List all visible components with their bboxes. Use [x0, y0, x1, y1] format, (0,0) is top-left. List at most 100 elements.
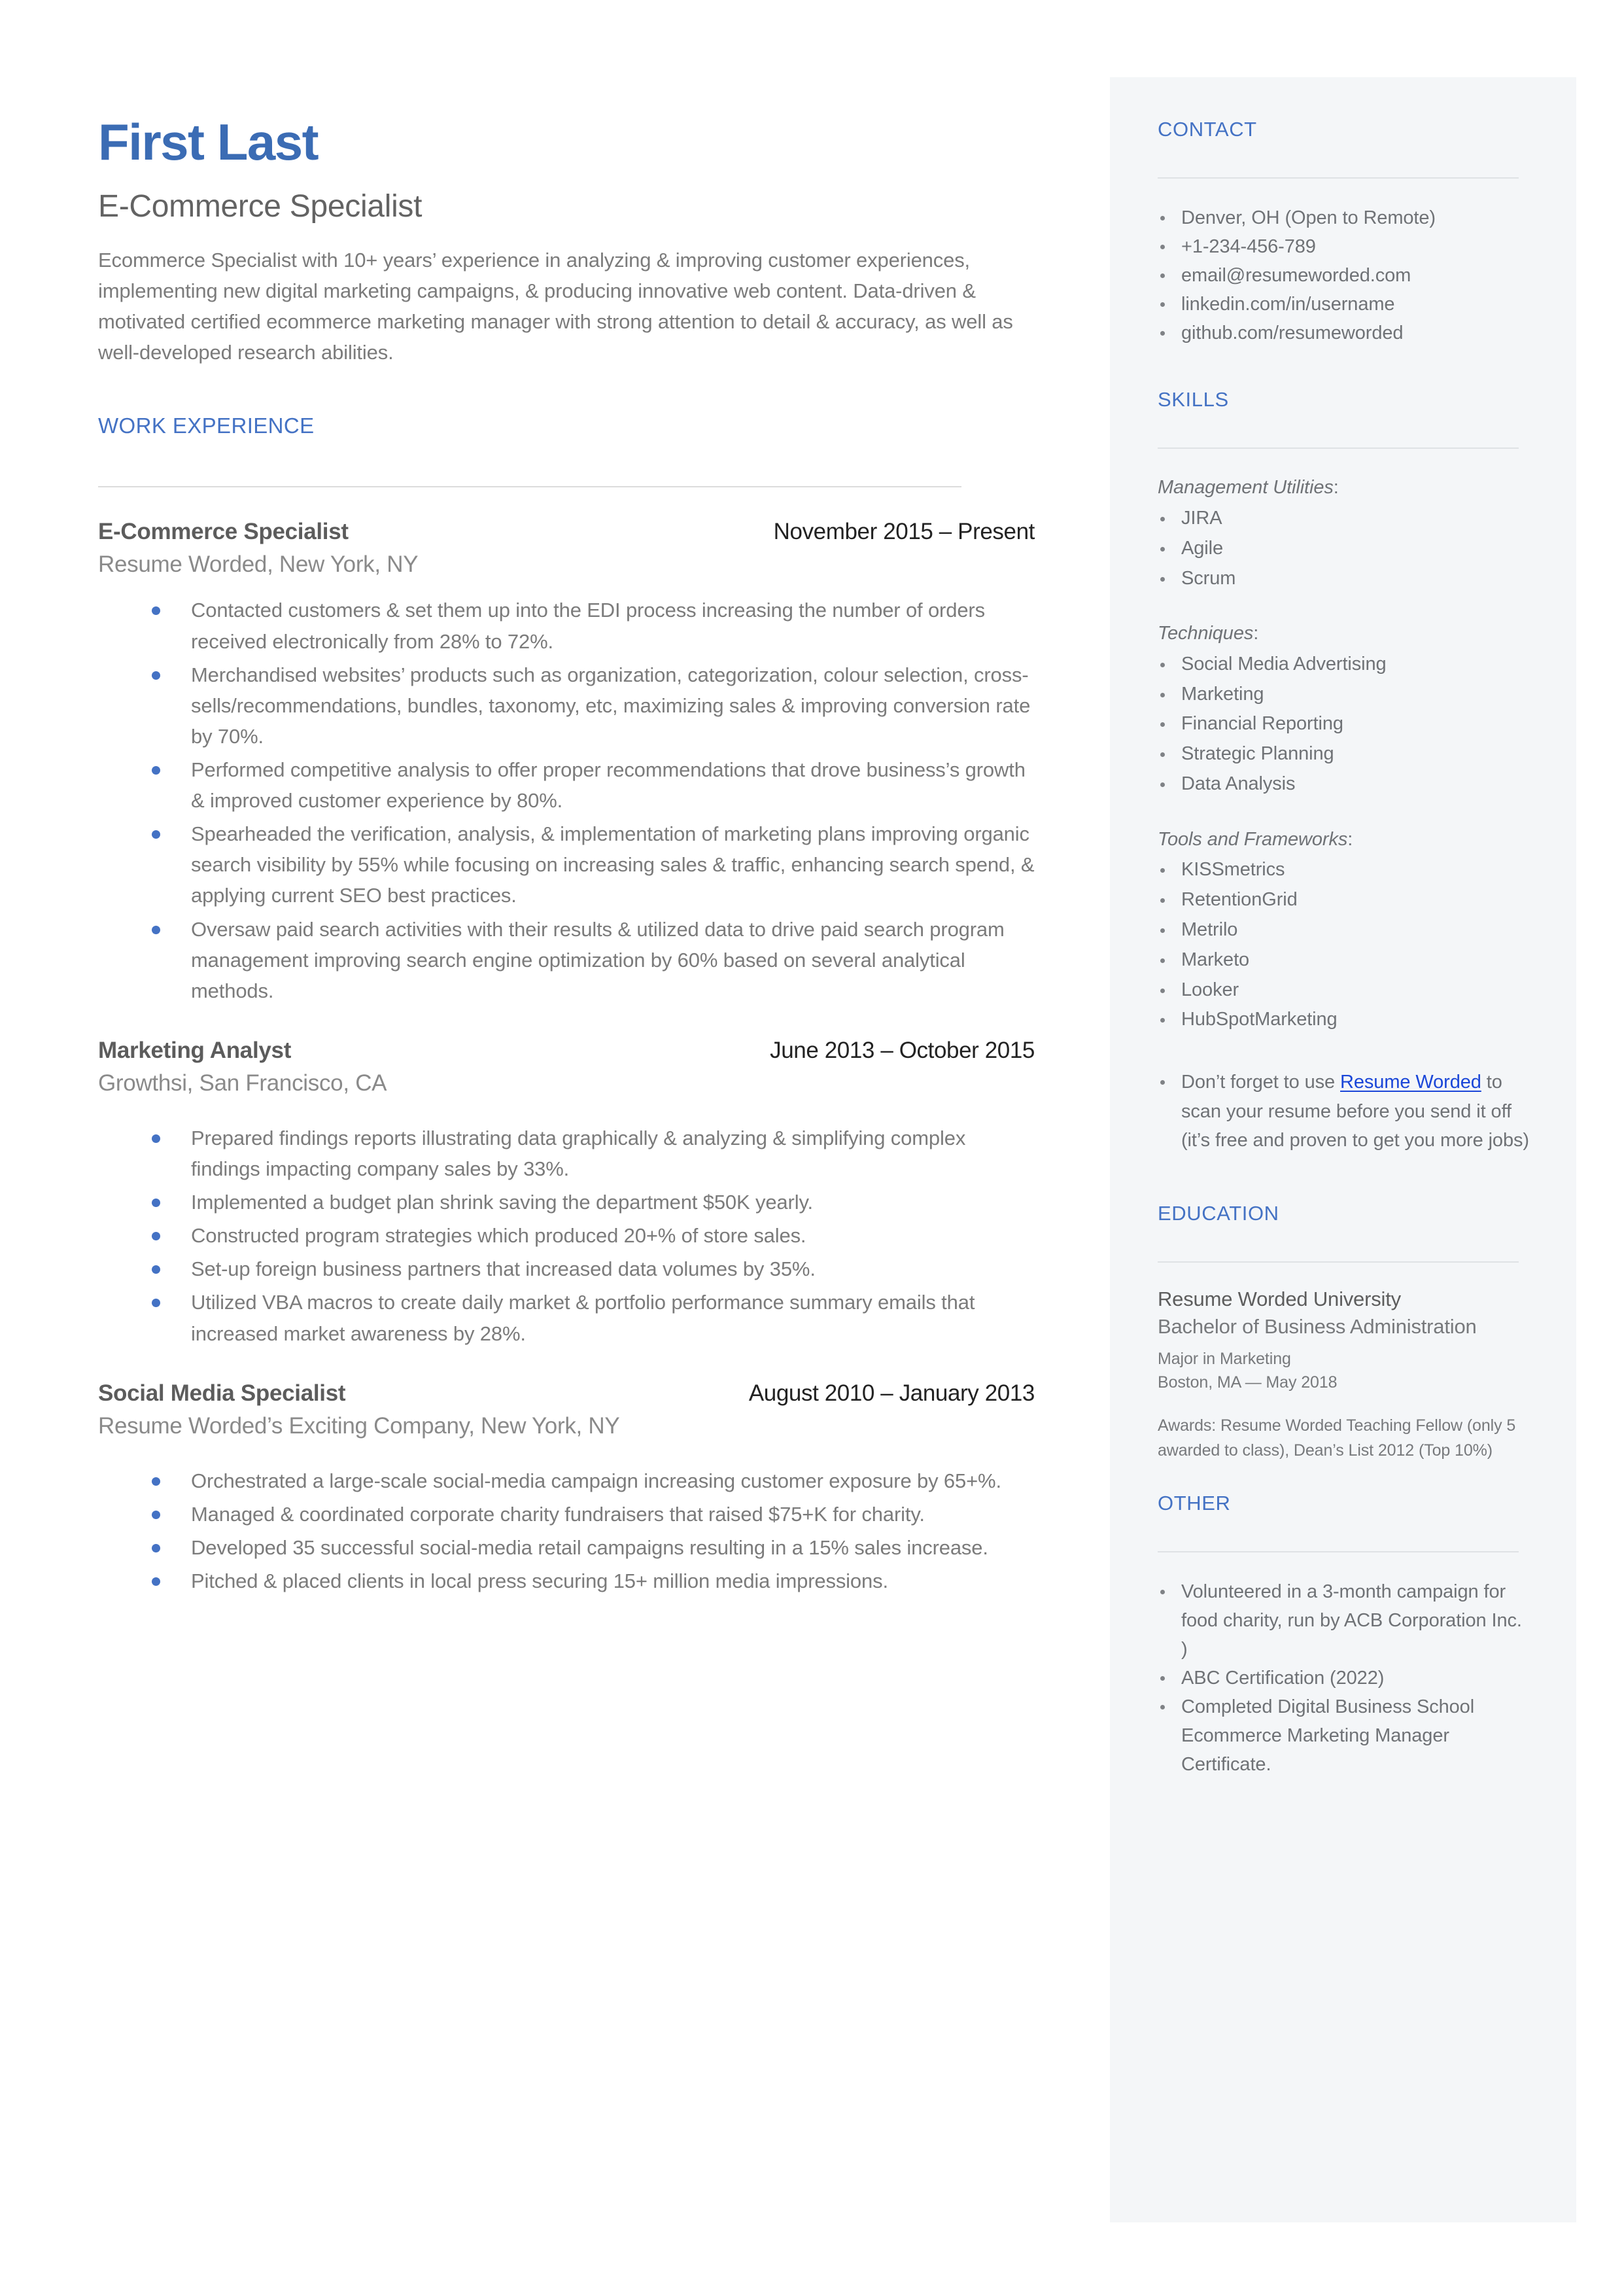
- section-divider-work: [98, 486, 961, 488]
- education-major: Major in Marketing: [1158, 1350, 1291, 1369]
- section-heading-education: EDUCATION: [1158, 1202, 1279, 1225]
- list-item: Marketing: [1158, 680, 1530, 710]
- list-item: JIRA: [1158, 504, 1530, 534]
- list-item: Social Media Advertising: [1158, 650, 1530, 680]
- bullet-dot-icon: [1160, 692, 1165, 697]
- section-heading-work-experience: WORK EXPERIENCE: [98, 413, 315, 438]
- list-item: Spearheaded the verification, analysis, …: [98, 818, 1035, 911]
- other-text: Completed Digital Business School Ecomme…: [1181, 1696, 1475, 1776]
- bullet-text: Managed & coordinated corporate charity …: [191, 1502, 925, 1526]
- contact-item-linkedin[interactable]: linkedin.com/in/username: [1158, 290, 1530, 319]
- contact-text: Denver, OH (Open to Remote): [1181, 207, 1436, 228]
- list-item: Financial Reporting: [1158, 709, 1530, 739]
- main-column: First Last E-Commerce Specialist Ecommer…: [98, 0, 1035, 1599]
- skill-text: Agile: [1181, 537, 1223, 559]
- job-title: Social Media Specialist: [98, 1380, 346, 1406]
- work-entry-header: E-Commerce Specialist November 2015 – Pr…: [98, 519, 1035, 545]
- skill-item-list: Social Media Advertising Marketing Finan…: [1158, 650, 1530, 799]
- skill-text: Marketo: [1181, 949, 1250, 970]
- bullet-dot-icon: [1160, 245, 1165, 250]
- list-item: Scrum: [1158, 564, 1530, 594]
- job-company: Resume Worded’s Exciting Company, New Yo…: [98, 1412, 620, 1439]
- bullet-dot-icon: [1160, 546, 1165, 552]
- list-item: Constructed program strategies which pro…: [98, 1220, 1035, 1251]
- bullet-text: Developed 35 successful social-media ret…: [191, 1535, 988, 1559]
- education-awards: Awards: Resume Worded Teaching Fellow (o…: [1158, 1416, 1516, 1460]
- work-entry: Marketing Analyst June 2013 – October 20…: [98, 1038, 1035, 1349]
- bullet-text: Pitched & placed clients in local press …: [191, 1569, 888, 1592]
- skill-text: Financial Reporting: [1181, 713, 1343, 735]
- skill-group-colon: :: [1333, 477, 1339, 499]
- other-text: Volunteered in a 3-month campaign for fo…: [1181, 1581, 1522, 1660]
- list-item: Developed 35 successful social-media ret…: [98, 1532, 1035, 1563]
- list-item: HubSpotMarketing: [1158, 1005, 1530, 1035]
- bullet-dot-icon: [1160, 988, 1165, 993]
- skill-text: HubSpotMarketing: [1181, 1009, 1338, 1030]
- bullet-dot-icon: [1160, 273, 1165, 279]
- bullet-dot-icon: [152, 1265, 160, 1274]
- bullet-dot-icon: [1160, 722, 1165, 727]
- section-heading-other: OTHER: [1158, 1491, 1231, 1515]
- contact-text: linkedin.com/in/username: [1181, 294, 1395, 315]
- skill-text: Scrum: [1181, 567, 1236, 589]
- bullet-dot-icon: [152, 925, 160, 934]
- skill-group-label-text: Management Utilities: [1158, 477, 1334, 499]
- list-item: Utilized VBA macros to create daily mark…: [98, 1287, 1035, 1348]
- bullet-dot-icon: [1160, 1704, 1165, 1709]
- section-divider-education: [1158, 1261, 1519, 1263]
- bullet-text: Merchandised websites’ products such as …: [191, 663, 1031, 748]
- bullet-dot-icon: [1160, 868, 1165, 873]
- bullet-text: Implemented a budget plan shrink saving …: [191, 1191, 813, 1214]
- contact-list: Denver, OH (Open to Remote) +1-234-456-7…: [1158, 203, 1530, 347]
- job-company: Growthsi, San Francisco, CA: [98, 1070, 387, 1096]
- list-item: Pitched & placed clients in local press …: [98, 1566, 1035, 1596]
- contact-text: github.com/resumeworded: [1181, 323, 1404, 344]
- list-item: Orchestrated a large-scale social-media …: [98, 1465, 1035, 1496]
- list-item: ABC Certification (2022): [1158, 1664, 1530, 1692]
- contact-item-github[interactable]: github.com/resumeworded: [1158, 319, 1530, 347]
- skill-text: Social Media Advertising: [1181, 653, 1387, 674]
- bullet-text: Performed competitive analysis to offer …: [191, 758, 1026, 813]
- sidebar-content: CONTACT Denver, OH (Open to Remote) +1-2…: [1158, 77, 1530, 1779]
- skill-group-label: Techniques:: [1158, 620, 1530, 648]
- professional-summary: Ecommerce Specialist with 10+ years’ exp…: [98, 249, 1013, 364]
- skill-text: Looker: [1181, 979, 1239, 1000]
- section-divider-other: [1158, 1550, 1519, 1552]
- skill-text: Data Analysis: [1181, 773, 1296, 795]
- bullet-dot-icon: [152, 1299, 160, 1308]
- list-item: Merchandised websites’ products such as …: [98, 659, 1035, 752]
- skill-item-list: KISSmetrics RetentionGrid Metrilo Market…: [1158, 855, 1530, 1035]
- education-degree: Bachelor of Business Administration: [1158, 1315, 1477, 1339]
- bullet-dot-icon: [1160, 516, 1165, 521]
- skill-text: KISSmetrics: [1181, 859, 1285, 881]
- bullet-dot-icon: [1160, 752, 1165, 758]
- skill-group-colon: :: [1347, 828, 1353, 850]
- bullet-dot-icon: [1160, 302, 1165, 307]
- bullet-dot-icon: [152, 606, 160, 616]
- bullet-dot-icon: [1160, 1080, 1165, 1085]
- bullet-dot-icon: [1160, 1018, 1165, 1023]
- list-item: Agile: [1158, 534, 1530, 564]
- bullet-dot-icon: [152, 1510, 160, 1519]
- list-item: Implemented a budget plan shrink saving …: [98, 1187, 1035, 1218]
- sidebar: CONTACT Denver, OH (Open to Remote) +1-2…: [1110, 77, 1576, 2222]
- bullet-dot-icon: [152, 1199, 160, 1208]
- section-divider-contact: [1158, 177, 1519, 179]
- list-item: Performed competitive analysis to offer …: [98, 754, 1035, 816]
- professional-title: E-Commerce Specialist: [98, 189, 423, 224]
- bullet-dot-icon: [1160, 1589, 1165, 1594]
- bullet-dot-icon: [152, 1543, 160, 1552]
- skill-group-label: Tools and Frameworks:: [1158, 826, 1530, 854]
- list-item: Marketo: [1158, 945, 1530, 975]
- resume-worded-note: Don’t forget to use Resume Worded to sca…: [1158, 1068, 1530, 1155]
- job-dates: November 2015 – Present: [773, 519, 1035, 545]
- list-item: Volunteered in a 3-month campaign for fo…: [1158, 1577, 1530, 1664]
- skill-text: Strategic Planning: [1181, 743, 1334, 765]
- contact-item-email[interactable]: email@resumeworded.com: [1158, 261, 1530, 290]
- bullet-dot-icon: [152, 765, 160, 775]
- resume-worded-link[interactable]: Resume Worded: [1340, 1072, 1481, 1093]
- bullet-dot-icon: [1160, 576, 1165, 582]
- skill-text: RetentionGrid: [1181, 889, 1298, 911]
- list-item: Set-up foreign business partners that in…: [98, 1253, 1035, 1284]
- skill-text: Metrilo: [1181, 919, 1238, 941]
